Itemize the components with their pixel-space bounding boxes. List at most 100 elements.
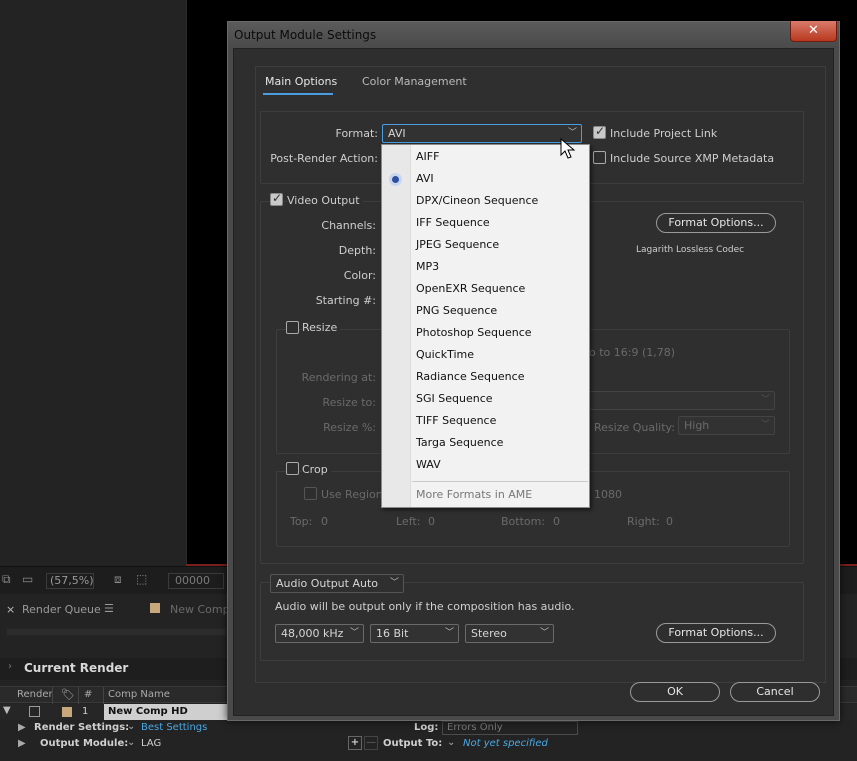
zoom-field[interactable]: (57,5%) bbox=[46, 573, 94, 589]
resize-quality-select[interactable]: High ﹀ bbox=[678, 416, 775, 435]
sample-rate-value: 48,000 kHz bbox=[281, 627, 344, 640]
format-option[interactable]: Targa Sequence bbox=[416, 436, 503, 449]
format-label: Format: bbox=[335, 127, 378, 140]
chevron-down-icon: ﹀ bbox=[349, 628, 359, 638]
menu-separator bbox=[412, 481, 588, 482]
tab-comp[interactable]: New Comp bbox=[170, 603, 230, 616]
format-option[interactable]: WAV bbox=[416, 458, 441, 471]
channels-label: Channels: bbox=[321, 219, 376, 232]
crop-left-value[interactable]: 0 bbox=[428, 515, 435, 528]
format-option[interactable]: DPX/Cineon Sequence bbox=[416, 194, 538, 207]
chevron-down-icon: ﹀ bbox=[760, 420, 770, 430]
chevron-down-icon: ﹀ bbox=[444, 628, 454, 638]
audio-channels-select[interactable]: Stereo ﹀ bbox=[465, 624, 554, 643]
render-settings-link[interactable]: Best Settings bbox=[141, 722, 207, 733]
sample-rate-select[interactable]: 48,000 kHz ﹀ bbox=[275, 624, 364, 643]
current-render-label: Current Render bbox=[24, 661, 129, 675]
cancel-button[interactable]: Cancel bbox=[730, 682, 820, 702]
format-option[interactable]: AIFF bbox=[416, 150, 439, 163]
color-label: Color: bbox=[343, 269, 376, 282]
video-format-options-button[interactable]: Format Options... bbox=[656, 213, 776, 233]
ok-button[interactable]: OK bbox=[630, 682, 720, 702]
format-option[interactable]: TIFF Sequence bbox=[416, 414, 496, 427]
format-option[interactable]: AVI bbox=[416, 172, 434, 185]
audio-output-group bbox=[260, 582, 804, 661]
resize-to-select[interactable]: ﹀ bbox=[589, 391, 775, 410]
expand-arrow-icon[interactable]: ▶ bbox=[18, 738, 26, 749]
output-to-label: Output To: bbox=[383, 738, 443, 749]
format-dropdown-list: AIFF AVI DPX/Cineon Sequence IFF Sequenc… bbox=[381, 144, 590, 508]
crop-size-text: 1080 bbox=[594, 488, 622, 501]
format-option[interactable]: IFF Sequence bbox=[416, 216, 490, 229]
bit-depth-value: 16 Bit bbox=[376, 627, 409, 640]
add-output-module-button[interactable]: + bbox=[348, 736, 362, 750]
column-comp-name[interactable]: Comp Name bbox=[108, 689, 170, 700]
column-number[interactable]: # bbox=[84, 689, 92, 700]
render-checkbox[interactable] bbox=[29, 706, 40, 717]
log-select[interactable]: Errors Only bbox=[442, 721, 578, 735]
output-module-row: ▶ Output Module: ⌄ LAG + — Output To: ⌄ … bbox=[0, 736, 857, 752]
dialog-titlebar[interactable]: Output Module Settings ✕ bbox=[228, 21, 839, 48]
more-formats-option[interactable]: More Formats in AME bbox=[416, 488, 532, 501]
close-tab-icon[interactable]: × bbox=[6, 603, 15, 616]
include-xmp-checkbox[interactable] bbox=[593, 151, 606, 164]
include-project-link-checkbox[interactable] bbox=[593, 124, 606, 139]
include-project-link-label: Include Project Link bbox=[610, 127, 718, 140]
crop-bottom-label: Bottom: bbox=[501, 515, 546, 528]
crop-right-value[interactable]: 0 bbox=[666, 515, 673, 528]
format-option[interactable]: JPEG Sequence bbox=[416, 238, 499, 251]
format-option[interactable]: SGI Sequence bbox=[416, 392, 493, 405]
row-comp-name[interactable]: New Comp HD bbox=[104, 704, 227, 720]
format-option[interactable]: OpenEXR Sequence bbox=[416, 282, 525, 295]
chevron-down-icon[interactable]: ⌄ bbox=[127, 737, 135, 748]
grid-icon[interactable]: ⬚ bbox=[136, 572, 147, 586]
bit-depth-select[interactable]: 16 Bit ﹀ bbox=[370, 624, 459, 643]
chevron-down-icon: ﹀ bbox=[760, 395, 770, 405]
column-render[interactable]: Render bbox=[17, 689, 53, 700]
tab-render-queue[interactable]: Render Queue bbox=[22, 603, 101, 616]
tab-main-options[interactable]: Main Options bbox=[265, 75, 337, 88]
format-option[interactable]: QuickTime bbox=[416, 348, 474, 361]
format-option[interactable]: MP3 bbox=[416, 260, 439, 273]
output-to-link[interactable]: Not yet specified bbox=[463, 738, 548, 749]
format-option[interactable]: PNG Sequence bbox=[416, 304, 497, 317]
audio-channels-value: Stereo bbox=[471, 627, 507, 640]
audio-note: Audio will be output only if the composi… bbox=[275, 600, 575, 613]
chevron-down-icon[interactable]: ⌄ bbox=[447, 737, 455, 748]
audio-format-options-button[interactable]: Format Options... bbox=[656, 623, 776, 643]
menu-gutter bbox=[382, 145, 411, 507]
region-icon[interactable]: ⧉ bbox=[2, 572, 11, 587]
close-button[interactable]: ✕ bbox=[790, 21, 837, 42]
aspect-ratio-text: o to 16:9 (1,78) bbox=[589, 346, 676, 359]
resize-checkbox[interactable] bbox=[286, 321, 299, 334]
format-option[interactable]: Photoshop Sequence bbox=[416, 326, 532, 339]
remove-output-module-button[interactable]: — bbox=[364, 736, 378, 750]
use-region-checkbox[interactable] bbox=[304, 487, 317, 500]
collapse-arrow-icon[interactable]: ▼ bbox=[3, 705, 11, 716]
monitor-icon[interactable]: ▭ bbox=[22, 572, 33, 586]
render-progress-bar bbox=[6, 628, 227, 636]
video-output-checkbox[interactable] bbox=[270, 191, 283, 206]
video-output-label: Video Output bbox=[287, 194, 363, 207]
chevron-down-icon: ﹀ bbox=[539, 628, 549, 638]
chevron-down-icon[interactable]: ⌄ bbox=[127, 721, 135, 732]
crop-bottom-value[interactable]: 0 bbox=[553, 515, 560, 528]
crop-top-value[interactable]: 0 bbox=[321, 515, 328, 528]
expand-arrow-icon[interactable]: › bbox=[8, 661, 12, 672]
label-swatch bbox=[62, 707, 72, 717]
audio-output-value: Audio Output Auto bbox=[276, 577, 379, 590]
timecode-field[interactable]: 00000 bbox=[168, 573, 224, 589]
label-tag-icon[interactable]: 🏷 bbox=[61, 688, 75, 701]
output-module-value[interactable]: LAG bbox=[141, 738, 161, 749]
tab-color-management[interactable]: Color Management bbox=[362, 75, 467, 88]
format-option[interactable]: Radiance Sequence bbox=[416, 370, 524, 383]
project-panel bbox=[0, 0, 186, 565]
render-settings-label: Render Settings: bbox=[34, 722, 130, 733]
expand-arrow-icon[interactable]: ▶ bbox=[18, 722, 26, 733]
snapshot-icon[interactable]: ⧈ bbox=[114, 572, 122, 587]
panel-menu-icon[interactable]: ☰ bbox=[104, 602, 114, 615]
crop-checkbox[interactable] bbox=[286, 462, 299, 475]
row-number: 1 bbox=[82, 706, 89, 717]
format-select[interactable]: AVI ﹀ bbox=[382, 124, 582, 143]
audio-output-select[interactable]: Audio Output Auto ﹀ bbox=[270, 574, 404, 593]
